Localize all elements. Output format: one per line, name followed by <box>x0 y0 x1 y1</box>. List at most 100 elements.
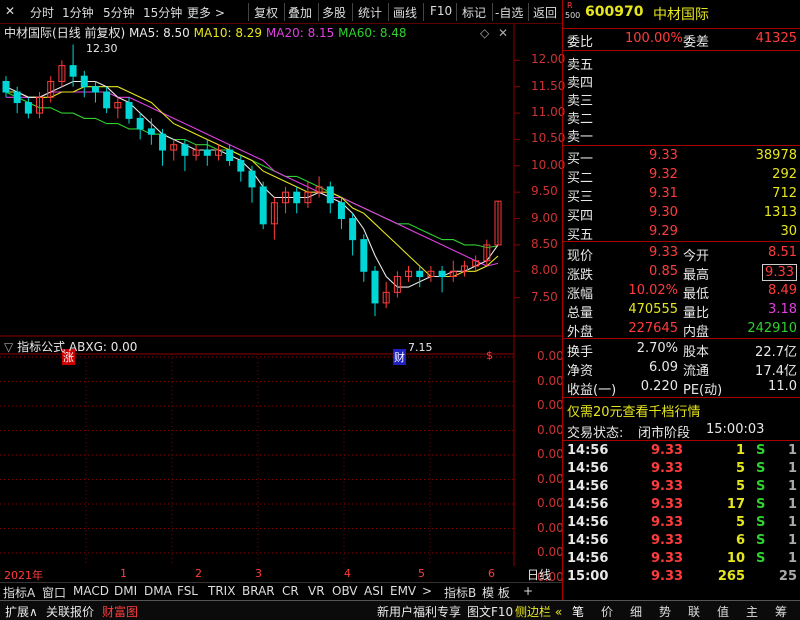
tab-dma[interactable]: DMA <box>144 584 172 598</box>
tab-trix[interactable]: TRIX <box>208 584 235 598</box>
bid-level-row[interactable]: 买四 9.30 1313 <box>563 204 800 224</box>
bid-level-row[interactable]: 买三 9.31 712 <box>563 185 800 205</box>
bid-level-row[interactable]: 买二 9.32 292 <box>563 166 800 186</box>
right-tab[interactable]: 主 <box>746 603 758 620</box>
related-quotes-button[interactable]: 关联报价 <box>46 603 94 620</box>
add-tab-button[interactable]: + <box>523 584 533 598</box>
mark-button[interactable]: 标记 <box>462 4 486 21</box>
candle-body <box>226 149 234 162</box>
multi-stock-button[interactable]: 多股 <box>322 4 346 21</box>
right-tab[interactable]: 势 <box>659 603 671 620</box>
tick-row[interactable]: 15:00 9.33 265 25 <box>563 568 800 587</box>
tab-indicator-b[interactable]: 指标B <box>444 584 476 601</box>
right-tab[interactable]: 细 <box>630 603 642 620</box>
tabs-next-button[interactable]: > <box>422 584 432 598</box>
tab-fsl[interactable]: FSL <box>177 584 198 598</box>
close-icon[interactable]: ✕ <box>498 26 508 40</box>
wealth-chart-button[interactable]: 财富图 <box>102 603 138 620</box>
tick-side: S <box>756 461 766 476</box>
bid-price: 9.32 <box>649 167 678 182</box>
tab-brar[interactable]: BRAR <box>242 584 275 598</box>
stat-row: 总量 470555 量比 3.18 <box>567 302 797 321</box>
sidebar-toggle-button[interactable]: 侧边栏 « <box>515 603 562 620</box>
tick-row[interactable]: 14:56 9.33 5 S 1 <box>563 478 800 497</box>
right-tab[interactable]: 联 <box>688 603 700 620</box>
tick-row[interactable]: 14:56 9.33 5 S 1 <box>563 460 800 479</box>
tick-row[interactable]: 14:56 9.33 17 S 1 <box>563 496 800 515</box>
fund-value: 2.70% <box>636 341 678 356</box>
tab-obv[interactable]: OBV <box>332 584 358 598</box>
tab-asi[interactable]: ASI <box>364 584 383 598</box>
right-tab[interactable]: 筹 <box>775 603 787 620</box>
tab-vr[interactable]: VR <box>308 584 325 598</box>
tick-time: 14:56 <box>567 461 609 476</box>
expand-button[interactable]: 扩展∧ <box>5 603 38 620</box>
tick-side: S <box>756 551 766 566</box>
bid-level-row[interactable]: 买一 9.33 38978 <box>563 147 800 167</box>
ask-level-row[interactable]: 卖二 <box>563 107 800 127</box>
candle-body <box>203 149 211 156</box>
back-button[interactable]: 返回 <box>533 4 557 21</box>
ask-level-row[interactable]: 卖三 <box>563 89 800 109</box>
bid-level-label: 买三 <box>567 190 594 205</box>
tab-dmi[interactable]: DMI <box>114 584 137 598</box>
indicator-tick-label: 0.00 <box>537 471 564 486</box>
right-tab[interactable]: 价 <box>601 603 613 620</box>
indicator-tick-label: 0.00 <box>537 373 564 388</box>
statistics-button[interactable]: 统计 <box>358 4 382 21</box>
new-user-promo-link[interactable]: 新用户福利专享 <box>377 603 461 620</box>
tab-indicator-a[interactable]: 指标A <box>3 584 35 601</box>
adjust-button[interactable]: 复权 <box>254 4 278 21</box>
indicator-label[interactable]: 指标公式 <box>17 340 65 354</box>
candle-body <box>349 218 357 241</box>
indicator-value: ABXG: 0.00 <box>68 340 138 354</box>
diamond-icon[interactable]: ◇ <box>480 26 489 40</box>
tab-intraday[interactable]: 分时 <box>30 4 54 21</box>
f10-text-button[interactable]: 图文F10 <box>467 603 513 620</box>
tick-row[interactable]: 14:56 9.33 10 S 1 <box>563 550 800 569</box>
ask-level-row[interactable]: 卖一 <box>563 125 800 145</box>
tick-row[interactable]: 14:56 9.33 6 S 1 <box>563 532 800 551</box>
ask-level-row[interactable]: 卖四 <box>563 71 800 91</box>
tab-window[interactable]: 窗口 <box>42 584 66 601</box>
triangle-down-icon[interactable]: ▽ <box>4 340 13 354</box>
promo-text[interactable]: 仅需20元查看千档行情 <box>567 401 701 420</box>
tab-template[interactable]: 模 板 <box>482 584 510 601</box>
fundamental-row: 收益(一) 0.220 PE(动) 11.0 <box>567 379 797 398</box>
bid-level-row[interactable]: 买五 9.29 30 <box>563 223 800 243</box>
tick-count: 1 <box>787 533 797 548</box>
ask-level-row[interactable]: 卖五 <box>563 53 800 73</box>
tick-price: 9.33 <box>651 515 684 530</box>
overlay-button[interactable]: 叠加 <box>288 4 312 21</box>
draw-line-button[interactable]: 画线 <box>393 4 417 21</box>
kline-chart[interactable] <box>0 24 562 566</box>
tab-5min[interactable]: 5分钟 <box>103 4 135 21</box>
close-icon[interactable]: ✕ <box>5 4 15 18</box>
month-label: 3 <box>255 567 262 580</box>
remove-watchlist-button[interactable]: -自选 <box>495 4 523 21</box>
tick-time: 14:56 <box>567 497 609 512</box>
tab-1min[interactable]: 1分钟 <box>62 4 94 21</box>
candle-body <box>438 270 446 278</box>
finance-marker[interactable]: 财 <box>393 349 406 365</box>
tick-row[interactable]: 14:56 9.33 1 S 1 <box>563 442 800 461</box>
more-periods-button[interactable]: 更多 > <box>187 4 225 21</box>
tick-count: 1 <box>787 515 797 530</box>
right-tab[interactable]: 值 <box>717 603 729 620</box>
period-day-button[interactable]: 日线 <box>527 566 551 583</box>
promo-row[interactable]: 仅需20元查看千档行情 <box>563 400 800 420</box>
month-label: 2 <box>195 567 202 580</box>
tab-emv[interactable]: EMV <box>390 584 416 598</box>
right-tab[interactable]: 笔 <box>572 603 584 620</box>
f10-button[interactable]: F10 <box>430 4 452 18</box>
tick-volume: 5 <box>735 479 745 494</box>
bid-volume: 712 <box>772 186 797 201</box>
tab-macd[interactable]: MACD <box>73 584 109 598</box>
date-axis: 2021年 1 2 3 4 5 6 日线 <box>0 566 562 582</box>
tab-15min[interactable]: 15分钟 <box>143 4 182 21</box>
tick-row[interactable]: 14:56 9.33 5 S 1 <box>563 514 800 533</box>
tab-cr[interactable]: CR <box>282 584 299 598</box>
dollar-marker[interactable]: $ <box>486 349 493 362</box>
year-label: 2021年 <box>4 569 43 582</box>
candle-body <box>24 102 32 114</box>
